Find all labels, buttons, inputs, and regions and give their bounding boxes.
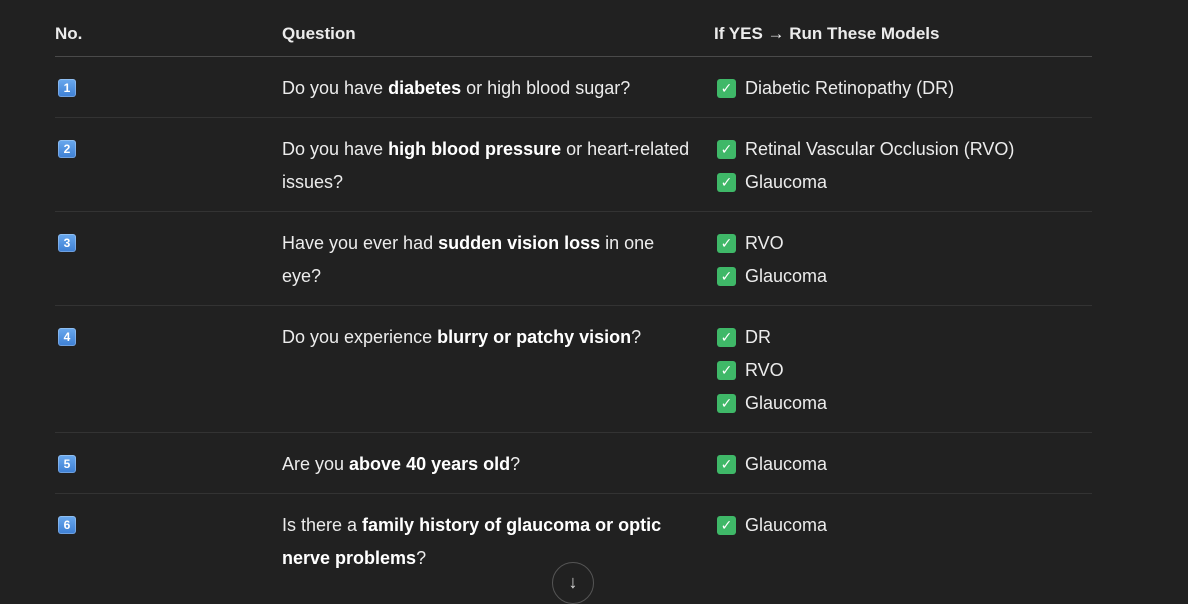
- model-list: ✓ RVO ✓ Glaucoma: [714, 227, 1092, 293]
- question-text: Do you have high blood pressure or heart…: [282, 139, 690, 192]
- question-text: Do you experience blurry or patchy visio…: [282, 327, 642, 347]
- check-mark-button-icon: ✓: [717, 328, 736, 347]
- model-item: ✓ Retinal Vascular Occlusion (RVO): [714, 133, 1092, 166]
- keycap-number-icon: 5: [58, 455, 76, 473]
- arrow-down-icon: ↓: [568, 572, 578, 592]
- table-header: No. Question If YES → Run These Models: [55, 0, 1092, 57]
- check-mark-button-icon: ✓: [717, 173, 736, 192]
- keycap-number-icon: 6: [58, 516, 76, 534]
- check-mark-button-icon: ✓: [717, 394, 736, 413]
- check-mark-button-icon: ✓: [717, 234, 736, 253]
- header-question: Question: [282, 24, 356, 43]
- question-text: Is there a family history of glaucoma or…: [282, 515, 662, 568]
- model-item: ✓ RVO: [714, 354, 1092, 387]
- check-mark-button-icon: ✓: [717, 361, 736, 380]
- question-text: Do you have diabetes or high blood sugar…: [282, 78, 631, 98]
- model-list: ✓ DR ✓ RVO ✓ Glaucoma: [714, 321, 1092, 420]
- keycap-number-icon: 2: [58, 140, 76, 158]
- check-mark-button-icon: ✓: [717, 267, 736, 286]
- model-item: ✓ Diabetic Retinopathy (DR): [714, 72, 1092, 105]
- question-text: Have you ever had sudden vision loss in …: [282, 233, 655, 286]
- model-item: ✓ Glaucoma: [714, 387, 1092, 420]
- question-text: Are you above 40 years old?: [282, 454, 521, 474]
- header-models: If YES → Run These Models: [714, 24, 940, 43]
- check-mark-button-icon: ✓: [717, 79, 736, 98]
- keycap-number-icon: 1: [58, 79, 76, 97]
- table-row: 3 Have you ever had sudden vision loss i…: [55, 212, 1092, 306]
- scroll-to-bottom-button[interactable]: ↓: [552, 562, 594, 604]
- check-mark-button-icon: ✓: [717, 516, 736, 535]
- model-list: ✓ Glaucoma: [714, 448, 1092, 481]
- model-item: ✓ Glaucoma: [714, 166, 1092, 199]
- header-no: No.: [55, 24, 83, 43]
- table-row: 1 Do you have diabetes or high blood sug…: [55, 57, 1092, 118]
- check-mark-button-icon: ✓: [717, 140, 736, 159]
- model-item: ✓ Glaucoma: [714, 260, 1092, 293]
- question-model-table: No. Question If YES → Run These Models 1…: [55, 0, 1092, 587]
- table-row: 5 Are you above 40 years old? ✓ Glaucoma: [55, 433, 1092, 494]
- table-row: 2 Do you have high blood pressure or hea…: [55, 118, 1092, 212]
- model-list: ✓ Retinal Vascular Occlusion (RVO) ✓ Glauc…: [714, 133, 1092, 199]
- model-item: ✓ Glaucoma: [714, 509, 1092, 542]
- check-mark-button-icon: ✓: [717, 455, 736, 474]
- model-item: ✓ DR: [714, 321, 1092, 354]
- model-item: ✓ RVO: [714, 227, 1092, 260]
- model-list: ✓ Glaucoma: [714, 509, 1092, 575]
- model-item: ✓ Glaucoma: [714, 448, 1092, 481]
- keycap-number-icon: 4: [58, 328, 76, 346]
- keycap-number-icon: 3: [58, 234, 76, 252]
- model-list: ✓ Diabetic Retinopathy (DR): [714, 72, 1092, 105]
- table-row: 4 Do you experience blurry or patchy vis…: [55, 306, 1092, 433]
